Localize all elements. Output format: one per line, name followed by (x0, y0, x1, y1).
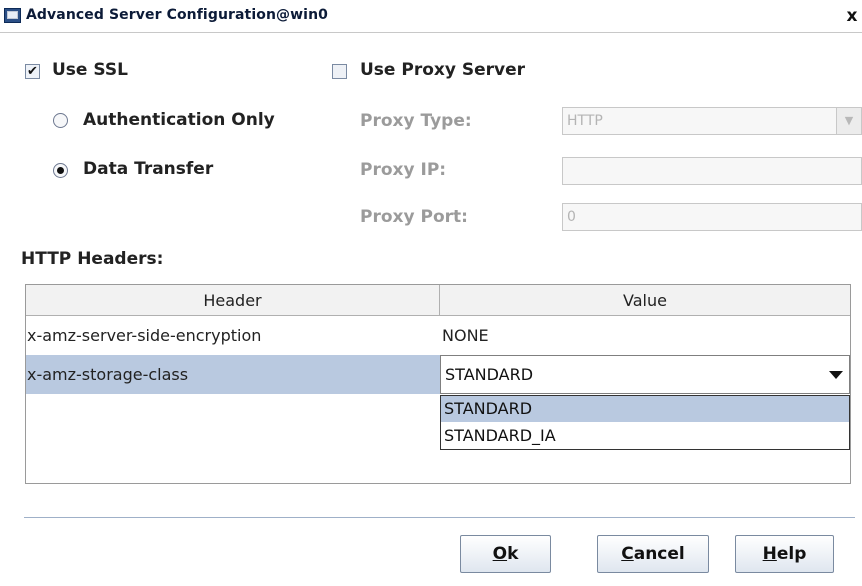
window-title: Advanced Server Configuration@win0 (26, 7, 328, 23)
window-icon (4, 8, 21, 23)
title-bar: Advanced Server Configuration@win0 x (0, 0, 862, 33)
use-proxy-label: Use Proxy Server (360, 60, 526, 80)
auth-only-radio[interactable] (53, 113, 68, 128)
proxy-ip-label: Proxy IP: (360, 160, 447, 180)
ok-button[interactable]: Ok (460, 535, 551, 573)
http-headers-table: Header Value x-amz-server-side-encryptio… (25, 284, 851, 484)
use-ssl-checkbox[interactable]: ✔ (25, 64, 40, 79)
help-button[interactable]: Help (735, 535, 834, 573)
table-row-header-cell[interactable]: x-amz-storage-class (27, 356, 188, 394)
auth-only-label: Authentication Only (83, 110, 275, 130)
storage-class-value: STANDARD (445, 365, 534, 384)
table-row-header-cell[interactable]: x-amz-server-side-encryption (27, 317, 261, 355)
proxy-port-label: Proxy Port: (360, 207, 468, 227)
proxy-type-value: HTTP (567, 113, 603, 129)
http-headers-label: HTTP Headers: (21, 249, 164, 269)
help-mnemonic: H (762, 544, 777, 564)
header-column[interactable]: Header (26, 285, 440, 316)
use-proxy-checkbox[interactable] (332, 64, 347, 79)
ok-mnemonic: O (492, 544, 508, 564)
cancel-button[interactable]: Cancel (597, 535, 709, 573)
use-ssl-label: Use SSL (52, 60, 128, 80)
chevron-down-icon[interactable]: ▼ (836, 108, 861, 134)
dropdown-option-standard-ia[interactable]: STANDARD_IA (441, 423, 849, 449)
table-row-value-cell[interactable]: NONE (442, 317, 489, 355)
storage-class-dropdown: STANDARD STANDARD_IA (440, 395, 850, 450)
ok-label-rest: k (507, 544, 519, 564)
close-icon[interactable]: x (843, 7, 861, 25)
cancel-mnemonic: C (621, 544, 634, 564)
storage-class-combo[interactable]: STANDARD (440, 355, 850, 394)
separator (24, 517, 855, 518)
dropdown-option-standard[interactable]: STANDARD (441, 396, 849, 422)
cancel-label-rest: ancel (633, 544, 685, 564)
chevron-down-icon[interactable] (829, 371, 843, 379)
data-transfer-radio[interactable] (53, 163, 68, 178)
value-column[interactable]: Value (440, 285, 850, 316)
help-label-rest: elp (776, 544, 807, 564)
data-transfer-label: Data Transfer (83, 159, 214, 179)
proxy-type-label: Proxy Type: (360, 111, 472, 131)
proxy-port-field[interactable]: 0 (562, 203, 862, 231)
proxy-type-select[interactable]: HTTP (562, 107, 862, 135)
proxy-ip-field[interactable] (562, 157, 862, 185)
